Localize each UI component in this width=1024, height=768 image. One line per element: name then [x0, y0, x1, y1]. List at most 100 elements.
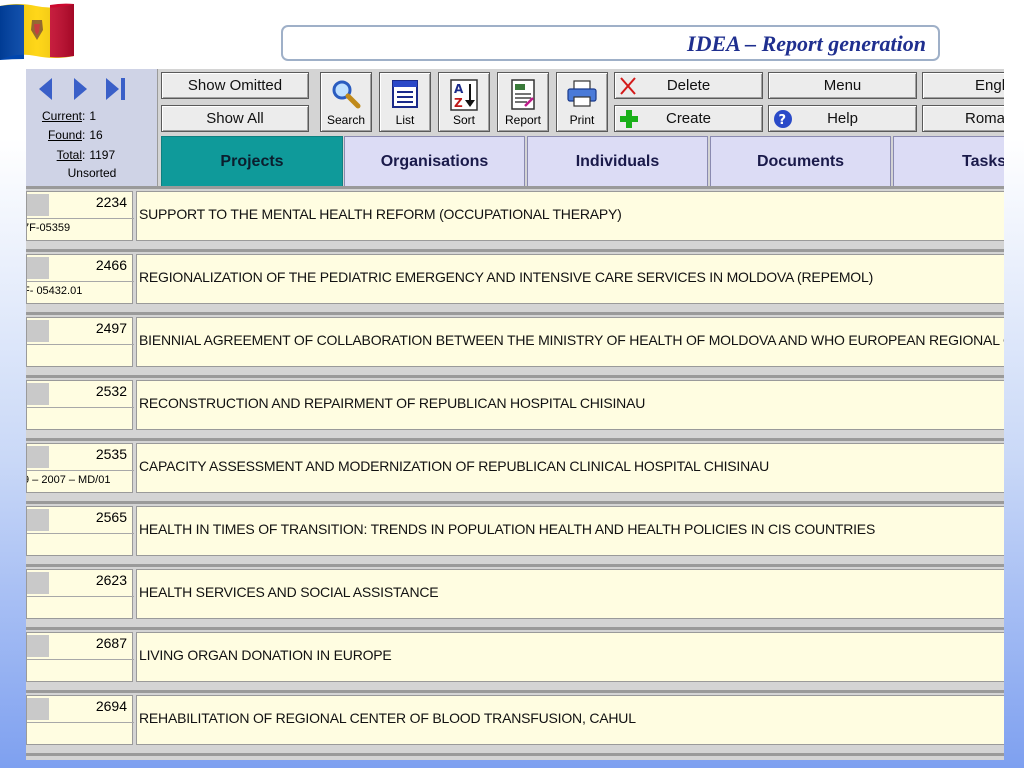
record-id: 2535 [95, 446, 127, 462]
delete-button[interactable]: Delete [614, 72, 763, 99]
total-label: Total [56, 148, 82, 162]
table-row[interactable]: 2623 HEALTH SERVICES AND SOCIAL ASSISTAN… [26, 564, 1004, 619]
cell-divider [27, 218, 134, 219]
language-romanian-button[interactable]: Roma [922, 105, 1004, 132]
record-title-cell[interactable]: SUPPORT TO THE MENTAL HEALTH REFORM (OCC… [136, 191, 1004, 241]
search-button[interactable]: Search [320, 72, 372, 132]
record-title-cell[interactable]: CAPACITY ASSESSMENT AND MODERNIZATION OF… [136, 443, 1004, 493]
table-row[interactable]: 2687 LIVING ORGAN DONATION IN EUROPE [26, 627, 1004, 682]
create-label: Create [665, 110, 712, 127]
report-label: Report [504, 113, 542, 127]
record-id-cell[interactable]: 2694 [26, 695, 134, 745]
list-icon [391, 79, 419, 112]
help-button[interactable]: ? Help [768, 105, 917, 132]
show-omitted-button[interactable]: Show Omitted [161, 72, 309, 99]
tab-documents[interactable]: Documents [710, 136, 891, 186]
svg-text:?: ? [779, 113, 787, 128]
record-title: HEALTH SERVICES AND SOCIAL ASSISTANCE [139, 584, 439, 600]
next-record-icon[interactable] [74, 78, 87, 100]
list-label: List [395, 113, 415, 127]
cell-divider [27, 344, 134, 345]
record-title: LIVING ORGAN DONATION IN EUROPE [139, 647, 392, 663]
total-value: 1197 [89, 148, 116, 162]
table-row[interactable]: 2535 9 – 2007 – MD/01 CAPACITY ASSESSMENT… [26, 438, 1004, 493]
record-id-cell[interactable]: 2535 9 – 2007 – MD/01 [26, 443, 134, 493]
menu-button[interactable]: Menu [768, 72, 917, 99]
record-marker [27, 509, 49, 531]
slide-title: IDEA – Report generation [687, 31, 926, 56]
table-row[interactable]: 2497 BIENNIAL AGREEMENT OF COLLABORATION… [26, 312, 1004, 367]
record-title-cell[interactable]: HEALTH IN TIMES OF TRANSITION: TRENDS IN… [136, 506, 1004, 556]
sort-button[interactable]: AZ Sort [438, 72, 490, 132]
search-label: Search [326, 113, 366, 127]
record-reference: F- 05432.01 [27, 285, 83, 297]
record-id: 2466 [95, 257, 127, 273]
svg-text:Z: Z [454, 96, 463, 110]
record-title-cell[interactable]: BIENNIAL AGREEMENT OF COLLABORATION BETW… [136, 317, 1004, 367]
table-row[interactable]: 2234 7F-05359 SUPPORT TO THE MENTAL HEALT… [26, 186, 1004, 241]
show-all-button[interactable]: Show All [161, 105, 309, 132]
search-icon [331, 79, 361, 112]
record-id-cell[interactable]: 2234 7F-05359 [26, 191, 134, 241]
record-title-cell[interactable]: LIVING ORGAN DONATION IN EUROPE [136, 632, 1004, 682]
sort-az-icon: AZ [450, 79, 478, 114]
record-reference: 7F-05359 [27, 222, 71, 234]
tab-tasks[interactable]: Tasks [893, 136, 1004, 186]
record-id-cell[interactable]: 2623 [26, 569, 134, 619]
record-id-cell[interactable]: 2565 [26, 506, 134, 556]
table-row[interactable]: 2694 REHABILITATION OF REGIONAL CENTER O… [26, 690, 1004, 745]
record-title-cell[interactable]: REHABILITATION OF REGIONAL CENTER OF BLO… [136, 695, 1004, 745]
printer-icon [566, 79, 598, 112]
cell-divider [27, 470, 134, 471]
record-title: HEALTH IN TIMES OF TRANSITION: TRENDS IN… [139, 521, 876, 537]
list-button[interactable]: List [379, 72, 431, 132]
cell-divider [27, 407, 134, 408]
create-button[interactable]: Create [614, 105, 763, 132]
cell-divider [27, 659, 134, 660]
record-id: 2687 [95, 635, 127, 651]
table-row[interactable]: 2565 HEALTH IN TIMES OF TRANSITION: TREN… [26, 501, 1004, 556]
cell-divider [27, 596, 134, 597]
tab-projects[interactable]: Projects [161, 136, 343, 186]
language-english-button[interactable]: Engl [922, 72, 1004, 99]
record-marker [27, 572, 49, 594]
slide-title-box: IDEA – Report generation [281, 25, 940, 61]
record-title-cell[interactable]: RECONSTRUCTION AND REPAIRMENT OF REPUBLI… [136, 380, 1004, 430]
record-id-cell[interactable]: 2466 F- 05432.01 [26, 254, 134, 304]
table-row[interactable]: 2466 F- 05432.01 REGIONALIZATION OF THE P… [26, 249, 1004, 304]
help-label: Help [827, 110, 858, 127]
table-row[interactable]: 2532 RECONSTRUCTION AND REPAIRMENT OF RE… [26, 375, 1004, 430]
moldova-flag-icon [0, 0, 74, 62]
help-icon: ? [773, 109, 793, 131]
record-title: SUPPORT TO THE MENTAL HEALTH REFORM (OCC… [139, 206, 622, 222]
record-marker [27, 635, 49, 657]
plus-icon [619, 109, 639, 131]
previous-record-icon[interactable] [39, 78, 52, 100]
cell-divider [27, 533, 134, 534]
record-marker [27, 446, 49, 468]
record-reference: 9 – 2007 – MD/01 [27, 474, 111, 486]
current-label: Current [41, 109, 82, 123]
print-button[interactable]: Print [556, 72, 608, 132]
report-button[interactable]: Report [497, 72, 549, 132]
record-title-cell[interactable]: REGIONALIZATION OF THE PEDIATRIC EMERGEN… [136, 254, 1004, 304]
delete-label: Delete [666, 77, 711, 94]
record-id: 2532 [95, 383, 127, 399]
delete-x-icon [619, 76, 637, 98]
tab-organisations[interactable]: Organisations [344, 136, 525, 186]
record-nav-panel: Current: 1 Found: 16 Total: 1197 Unsorted [26, 69, 158, 186]
record-marker [27, 257, 49, 279]
report-icon [509, 79, 537, 114]
record-marker [27, 698, 49, 720]
last-record-icon[interactable] [106, 78, 125, 100]
tab-individuals[interactable]: Individuals [527, 136, 708, 186]
record-id-cell[interactable]: 2532 [26, 380, 134, 430]
record-id-cell[interactable]: 2687 [26, 632, 134, 682]
record-id-cell[interactable]: 2497 [26, 317, 134, 367]
record-title: REHABILITATION OF REGIONAL CENTER OF BLO… [139, 710, 636, 726]
table-row-partial [26, 753, 1004, 760]
record-title-cell[interactable]: HEALTH SERVICES AND SOCIAL ASSISTANCE [136, 569, 1004, 619]
sort-state-label: Unsorted [67, 166, 117, 180]
record-id: 2234 [95, 194, 127, 210]
record-title: CAPACITY ASSESSMENT AND MODERNIZATION OF… [139, 458, 770, 474]
